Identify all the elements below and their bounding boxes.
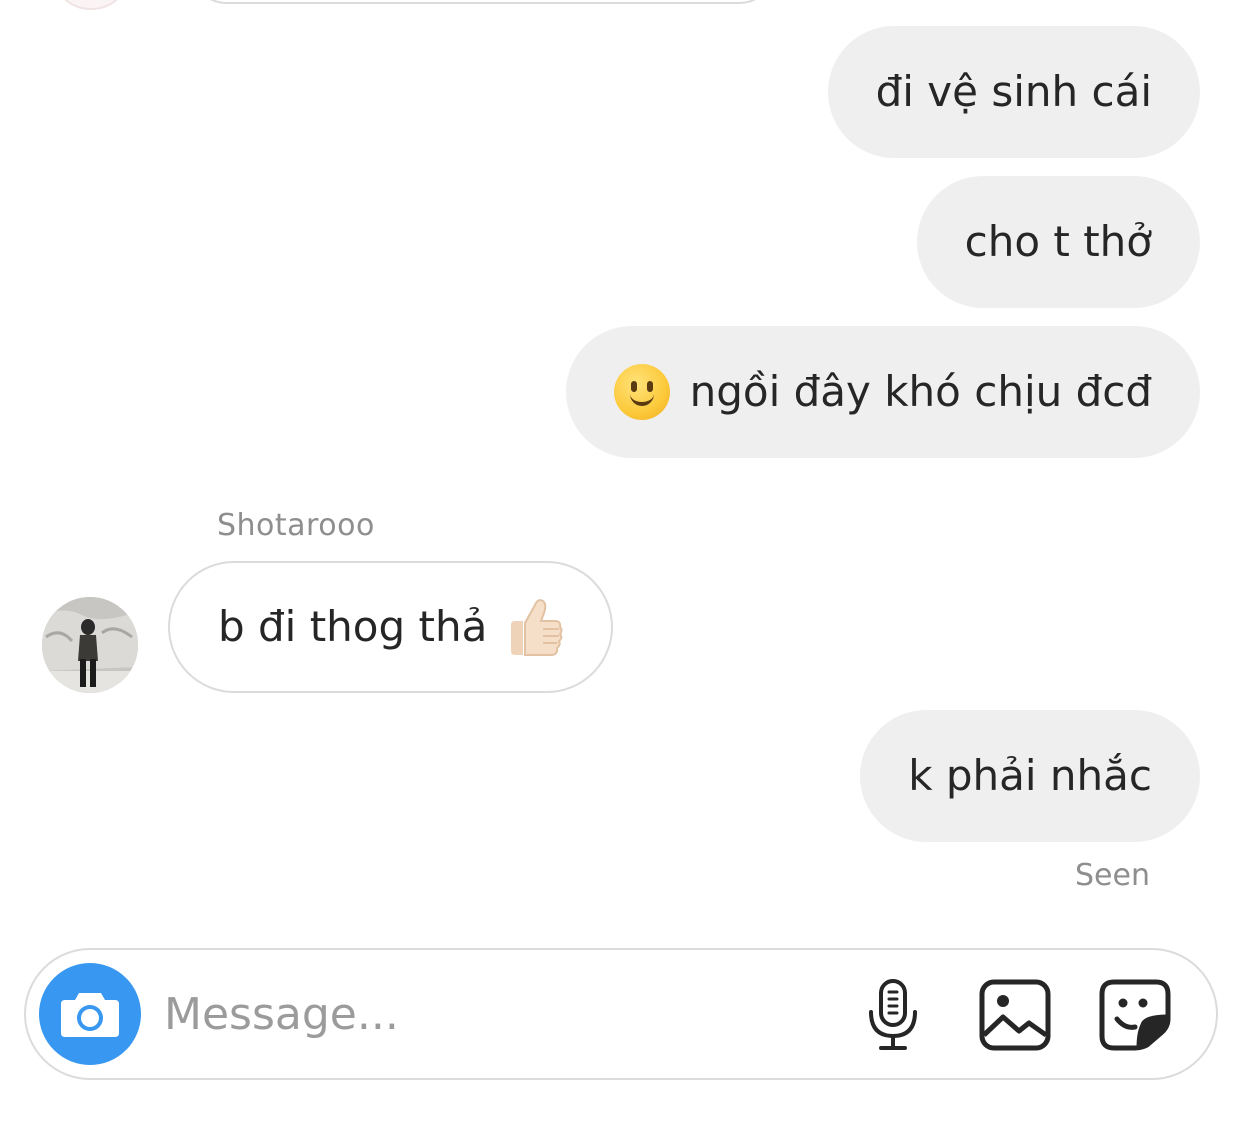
- avatar-photo-icon: [42, 597, 138, 693]
- sender-name: Shotarooo: [217, 508, 375, 543]
- message-text: b đi thog thả: [218, 602, 488, 651]
- message-composer: [24, 948, 1218, 1080]
- thumbs-up-emoji-icon: [503, 595, 565, 659]
- message-text: ngồi đây khó chịu đcđ: [689, 367, 1152, 416]
- microphone-icon: [869, 979, 917, 1050]
- message-text: cho t thở: [964, 217, 1152, 266]
- message-bubble-incoming[interactable]: b đi thog thả: [168, 561, 614, 693]
- message-text: k phải nhắc: [908, 751, 1152, 800]
- camera-button[interactable]: [39, 963, 141, 1065]
- voice-message-button[interactable]: [854, 976, 932, 1054]
- sticker-icon: [1099, 979, 1171, 1051]
- message-bubble-outgoing[interactable]: cho t thở: [916, 176, 1200, 308]
- previous-avatar: [58, 0, 124, 10]
- message-bubble-outgoing[interactable]: đi vệ sinh cái: [827, 26, 1200, 158]
- previous-message-bubble: [190, 0, 776, 4]
- sticker-button[interactable]: [1096, 976, 1174, 1054]
- message-bubble-outgoing[interactable]: ngồi đây khó chịu đcđ: [565, 326, 1200, 458]
- slightly-smiling-face-emoji-icon: [613, 364, 670, 420]
- seen-status: Seen: [1075, 858, 1150, 893]
- message-bubble-outgoing[interactable]: k phải nhắc: [860, 710, 1200, 842]
- message-text: đi vệ sinh cái: [875, 67, 1152, 116]
- camera-icon: [61, 993, 119, 1037]
- sender-avatar[interactable]: [42, 597, 138, 693]
- gallery-button[interactable]: [976, 976, 1054, 1054]
- message-input[interactable]: [164, 978, 824, 1050]
- gallery-icon: [979, 979, 1051, 1051]
